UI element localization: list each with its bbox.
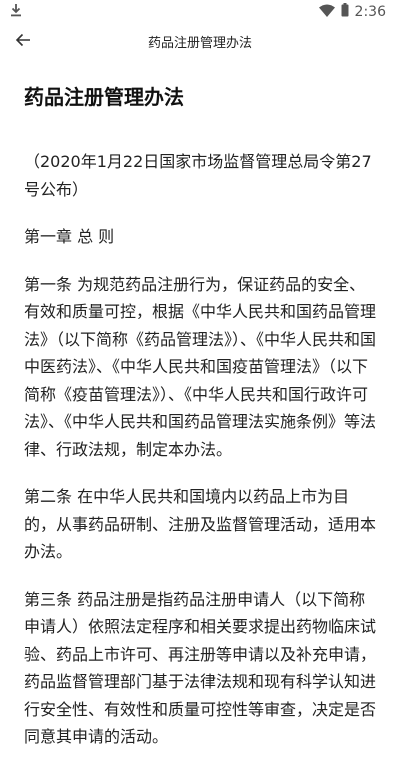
document-title: 药品注册管理办法 xyxy=(24,85,184,109)
wifi-icon xyxy=(318,4,335,21)
document-paragraph: 第二条 在中华人民共和国境内以药品上市为目的，从事药品研制、注册及监督管理活动，… xyxy=(24,487,377,561)
document-content: 药品注册管理办法 （2020年1月22日国家市场监督管理总局令第27号公布） 第… xyxy=(24,80,380,771)
document-paragraph: 第一章 总 则 xyxy=(24,227,115,246)
document-paragraph: （2020年1月22日国家市场监督管理总局令第27号公布） xyxy=(24,152,372,199)
document-paragraph: 第三条 药品注册是指药品注册申请人（以下简称申请人）依照法定程序和相关要求提出药… xyxy=(24,589,377,747)
battery-icon xyxy=(341,3,349,21)
status-right: 2:36 xyxy=(318,3,386,21)
document-paragraph: 第一条 为规范药品注册行为，保证药品的安全、有效和质量可控，根据《中华人民共和国… xyxy=(24,274,377,459)
download-icon xyxy=(10,3,22,21)
app-bar-title: 药品注册管理办法 xyxy=(147,35,252,51)
status-bar: 2:36 xyxy=(0,0,400,24)
status-time: 2:36 xyxy=(354,4,386,20)
app-bar: 药品注册管理办法 xyxy=(0,24,400,58)
